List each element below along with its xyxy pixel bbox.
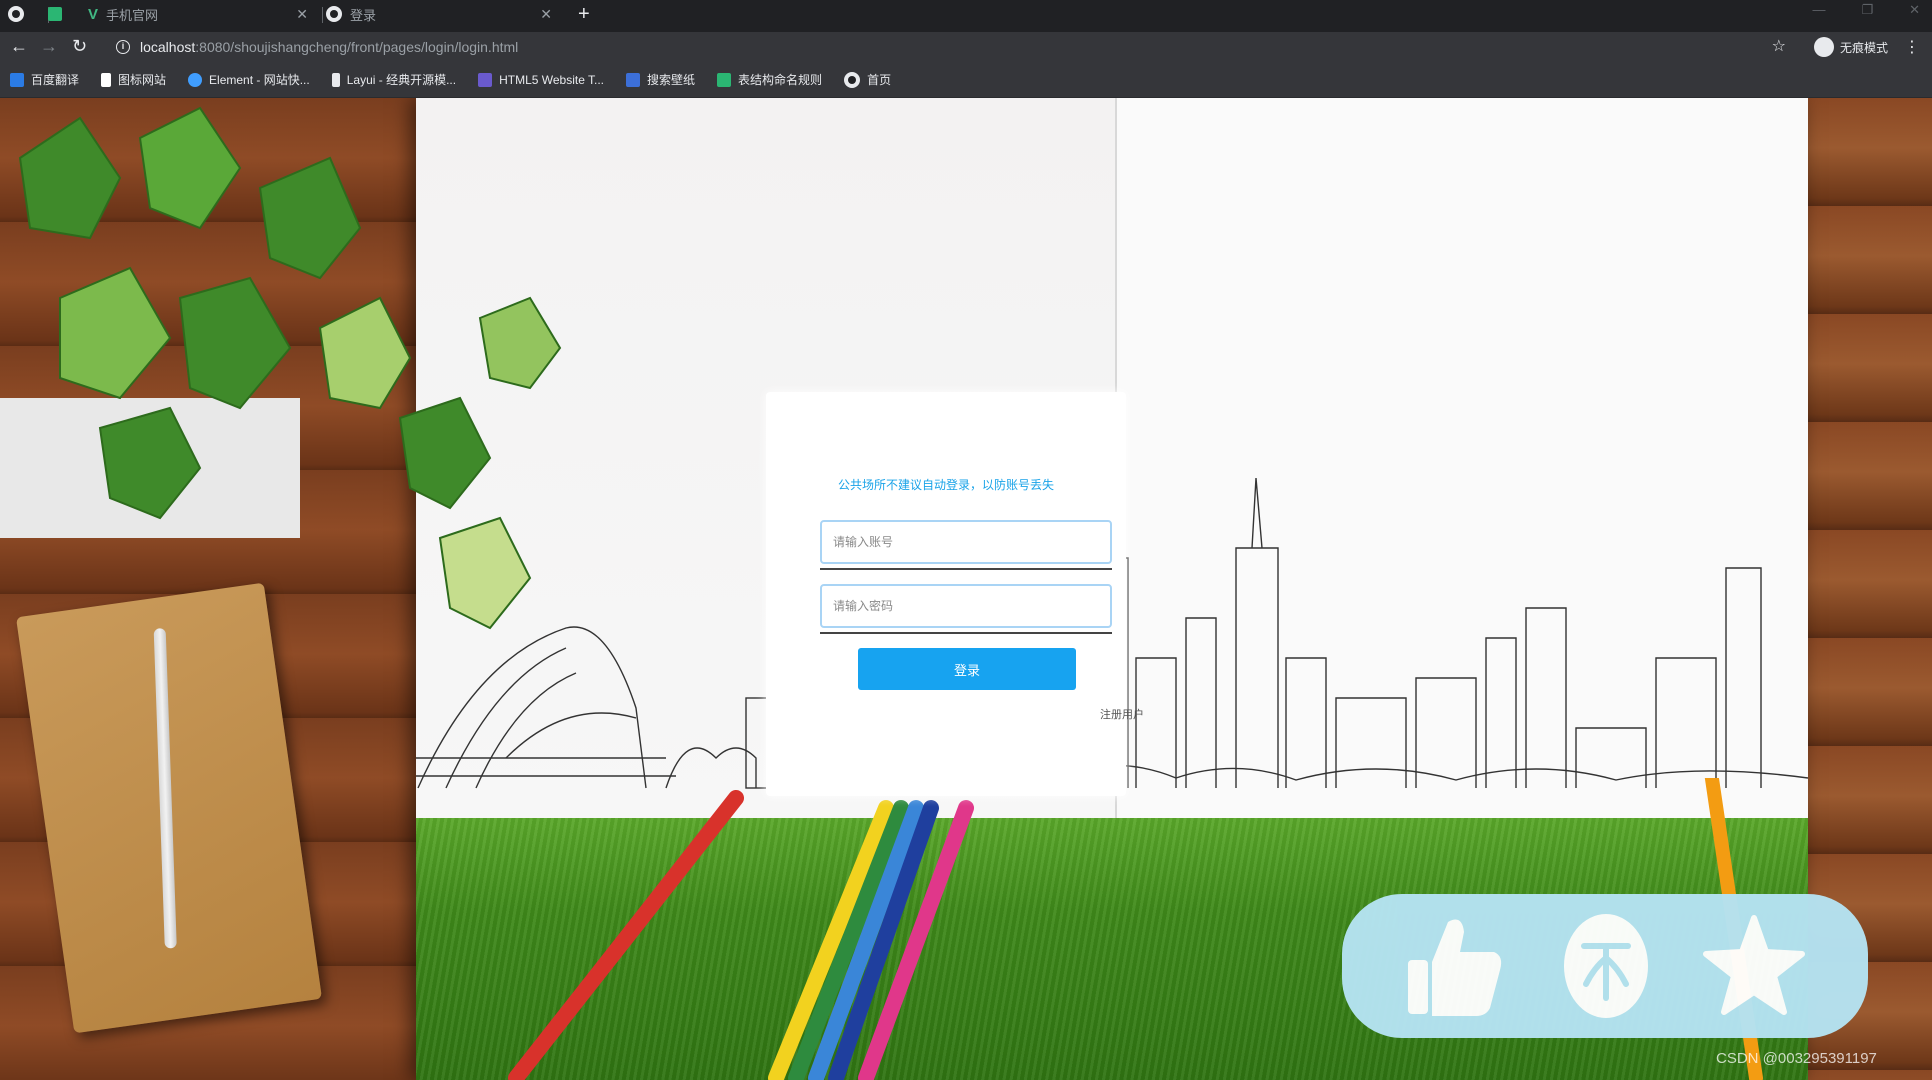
password-field[interactable] xyxy=(820,584,1112,628)
password-underline xyxy=(820,632,1112,634)
url-text: localhost:8080/shoujishangcheng/front/pa… xyxy=(140,39,518,55)
layui-icon xyxy=(331,72,340,87)
app-icon xyxy=(48,7,62,21)
tab-title: 手机官网 xyxy=(106,7,159,23)
browser-tab-2[interactable]: 登录 ✕ xyxy=(326,0,562,28)
browser-tab-0[interactable] xyxy=(8,0,48,28)
bookmark-star-icon[interactable]: ☆ xyxy=(1772,36,1786,56)
incognito-label: 无痕模式 xyxy=(1839,40,1888,55)
bookmark-item[interactable]: HTML5 Website T... xyxy=(478,72,605,87)
tab-title: 登录 xyxy=(350,7,377,23)
element-icon xyxy=(188,72,203,87)
username-input[interactable] xyxy=(822,522,1110,562)
bookmark-label: Layui - 经典开源模... xyxy=(346,73,457,87)
more-menu-icon[interactable]: ⋮ xyxy=(1904,37,1920,57)
bookmark-item[interactable]: Element - 网站快... xyxy=(188,71,310,88)
new-tab-button[interactable]: + xyxy=(578,3,590,26)
table-icon xyxy=(717,72,732,87)
vue-icon: V xyxy=(88,5,99,23)
forward-arrow-icon[interactable]: → xyxy=(40,36,58,57)
login-card: 公共场所不建议自动登录，以防账号丢失 登录 注册用户 xyxy=(766,392,1144,796)
incognito-icon xyxy=(1813,37,1834,57)
bookmark-item[interactable]: Layui - 经典开源模... xyxy=(331,71,457,88)
bookmark-label: 图标网站 xyxy=(118,73,167,87)
coin-icon[interactable] xyxy=(1554,912,1658,1020)
reload-icon[interactable]: ↻ xyxy=(72,36,87,57)
html5-icon xyxy=(478,72,493,87)
bookmark-label: HTML5 Website T... xyxy=(499,72,605,87)
window-controls: — ❐ ✕ xyxy=(1812,2,1920,18)
ivy-plant-illustration xyxy=(0,106,562,630)
bookmark-item[interactable]: 图标网站 xyxy=(101,71,166,88)
like-icon[interactable] xyxy=(1402,912,1506,1020)
bookmark-label: Element - 网站快... xyxy=(209,73,310,87)
address-bar[interactable]: i localhost:8080/shoujishangcheng/front/… xyxy=(106,35,1796,59)
translate-icon xyxy=(10,72,24,87)
globe-icon xyxy=(8,6,24,22)
browser-tabstrip: V 手机官网 ✕ 登录 ✕ + — ❐ ✕ xyxy=(0,0,1932,32)
bookmark-label: 百度翻译 xyxy=(31,73,80,87)
bookmark-label: 表结构命名规则 xyxy=(738,73,823,87)
url-host: localhost xyxy=(140,39,196,55)
login-tip: 公共场所不建议自动登录，以防账号丢失 xyxy=(837,478,1054,492)
close-icon[interactable]: ✕ xyxy=(296,6,308,23)
minimize-icon[interactable]: — xyxy=(1812,2,1825,18)
bookmark-label: 首页 xyxy=(867,73,892,87)
wallpaper-icon xyxy=(626,72,641,87)
incognito-profile[interactable]: 无痕模式 xyxy=(1813,37,1888,57)
action-overlay-bar xyxy=(1342,894,1868,1038)
bookmark-label: 搜索壁纸 xyxy=(647,73,696,87)
login-button[interactable]: 登录 xyxy=(858,648,1076,690)
close-window-icon[interactable]: ✕ xyxy=(1909,2,1920,18)
flag-icon xyxy=(101,72,112,87)
browser-tab-1[interactable]: V 手机官网 ✕ xyxy=(48,0,318,28)
tab-divider xyxy=(322,7,323,23)
bookmark-item[interactable]: 首页 xyxy=(844,71,891,88)
url-path: :8080/shoujishangcheng/front/pages/login… xyxy=(195,39,519,55)
bookmark-item[interactable]: 搜索壁纸 xyxy=(626,71,695,88)
watermark-text: CSDN @003295391197 xyxy=(1716,1050,1877,1067)
globe-icon xyxy=(844,71,861,88)
back-arrow-icon[interactable]: ← xyxy=(10,36,28,57)
pen-illustration xyxy=(153,628,177,949)
username-field[interactable] xyxy=(820,520,1112,564)
bookmark-item[interactable]: 百度翻译 xyxy=(10,71,79,88)
favorite-icon[interactable] xyxy=(1702,912,1806,1020)
browser-toolbar: ← → ↻ i localhost:8080/shoujishangcheng/… xyxy=(0,32,1932,62)
password-input[interactable] xyxy=(822,586,1110,626)
username-underline xyxy=(820,568,1112,570)
info-icon[interactable]: i xyxy=(116,40,130,54)
bookmark-item[interactable]: 表结构命名规则 xyxy=(717,71,822,88)
restore-icon[interactable]: ❐ xyxy=(1861,2,1873,18)
register-link[interactable]: 注册用户 xyxy=(1100,706,1144,722)
globe-icon xyxy=(326,6,342,22)
close-icon[interactable]: ✕ xyxy=(540,6,552,23)
bookmarks-bar: 百度翻译 图标网站 Element - 网站快... Layui - 经典开源模… xyxy=(0,62,1932,98)
